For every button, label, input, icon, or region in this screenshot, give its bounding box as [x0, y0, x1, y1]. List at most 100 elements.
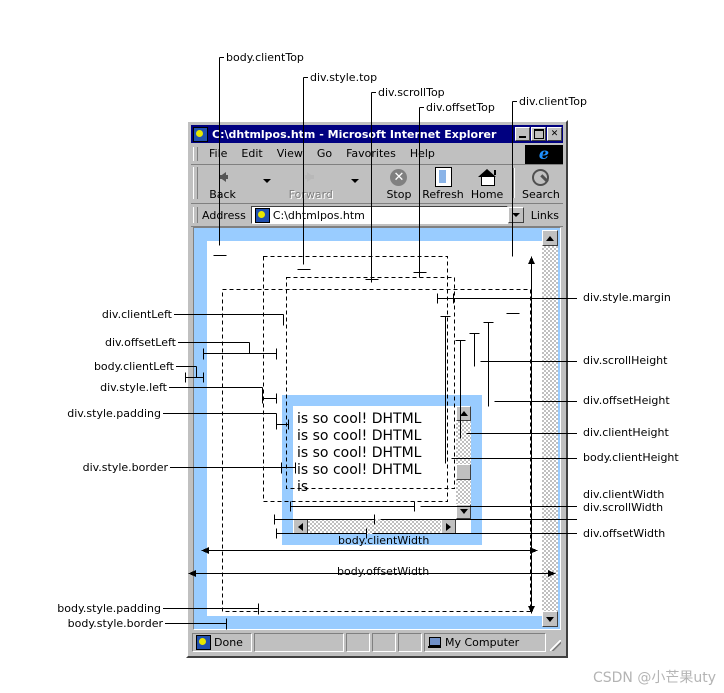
- div-content-box: is so cool! DHTML is so cool! DHTML is s…: [293, 406, 471, 534]
- ie-document-icon: [193, 126, 208, 142]
- home-button[interactable]: Home: [465, 165, 509, 201]
- label-div-clientWidth: div.clientWidth: [583, 488, 665, 501]
- address-bar: Address C:\dhtmlpos.htm Links: [191, 204, 563, 227]
- label-div-style-border: div.style.border: [82, 461, 168, 474]
- doc-scroll-down-button[interactable]: [542, 611, 558, 627]
- title-bar: C:\dhtmlpos.htm - Microsoft Internet Exp…: [191, 125, 563, 143]
- window-buttons: ✕: [515, 127, 563, 141]
- computer-icon: [428, 637, 441, 648]
- menu-item-file[interactable]: File: [202, 147, 234, 161]
- doc-scroll-up-button[interactable]: [542, 230, 558, 246]
- close-button[interactable]: ✕: [547, 127, 562, 141]
- back-button[interactable]: Back: [201, 165, 245, 201]
- status-zone-pane: My Computer: [424, 633, 546, 652]
- window-title: C:\dhtmlpos.htm - Microsoft Internet Exp…: [212, 127, 497, 141]
- doc-vscroll-track[interactable]: [542, 246, 558, 611]
- div-vscroll-track[interactable]: [456, 421, 471, 504]
- address-dropdown-button[interactable]: [507, 207, 524, 223]
- toolbar-separator: [513, 168, 515, 198]
- label-div-offsetTop: div.offsetTop: [426, 101, 495, 114]
- caret-up-icon: [546, 235, 554, 241]
- home-icon: [476, 167, 498, 187]
- status-pane-3: [372, 633, 396, 652]
- browser-window: C:\dhtmlpos.htm - Microsoft Internet Exp…: [186, 120, 568, 658]
- forward-arrow-icon: [300, 167, 322, 187]
- label-div-style-left: div.style.left: [100, 381, 167, 394]
- forward-button[interactable]: Forward: [289, 165, 333, 201]
- menu-item-go[interactable]: Go: [310, 147, 339, 161]
- search-globe-icon: [530, 167, 552, 187]
- menu-grip[interactable]: [193, 147, 198, 161]
- back-dropdown[interactable]: [245, 165, 289, 201]
- menu-item-help[interactable]: Help: [403, 147, 442, 161]
- screenshot-root: C:\dhtmlpos.htm - Microsoft Internet Exp…: [0, 0, 724, 693]
- back-label: Back: [209, 188, 236, 201]
- div-horizontal-scrollbar[interactable]: [293, 519, 456, 534]
- div-vscroll-thumb[interactable]: [456, 464, 471, 480]
- label-div-style-top: div.style.top: [310, 71, 378, 84]
- label-div-offsetWidth: div.offsetWidth: [583, 527, 666, 540]
- toolbar-grip[interactable]: [193, 167, 198, 199]
- refresh-label: Refresh: [422, 188, 464, 201]
- page-document-icon: [254, 207, 270, 223]
- label-div-scrollTop: div.scrollTop: [378, 86, 445, 99]
- resize-grip[interactable]: [548, 633, 562, 652]
- status-pane-4: [398, 633, 422, 652]
- status-zone-text: My Computer: [445, 636, 520, 649]
- chevron-down-icon: [511, 213, 520, 217]
- links-button[interactable]: Links: [525, 209, 563, 222]
- status-page-icon: [196, 635, 211, 650]
- div-vertical-scrollbar[interactable]: [456, 406, 471, 519]
- status-text-pane: Done: [192, 633, 252, 652]
- search-label: Search: [522, 188, 560, 201]
- refresh-icon: [432, 167, 454, 187]
- caret-up-icon: [459, 411, 468, 416]
- label-body-clientHeight: body.clientHeight: [583, 451, 679, 464]
- label-div-style-margin: div.style.margin: [583, 291, 671, 304]
- div-scroll-down-button[interactable]: [456, 504, 471, 519]
- label-div-scrollHeight: div.scrollHeight: [583, 354, 668, 367]
- address-input[interactable]: C:\dhtmlpos.htm: [250, 206, 508, 224]
- document-content-area: is so cool! DHTML is so cool! DHTML is s…: [193, 227, 561, 630]
- minimize-button[interactable]: [515, 127, 530, 141]
- label-body-style-padding: body.style.padding: [57, 602, 161, 615]
- ie-logo-icon: e: [525, 144, 563, 164]
- caret-down-icon: [546, 616, 554, 622]
- div-scroll-right-button[interactable]: [441, 519, 456, 534]
- div-scroll-left-button[interactable]: [293, 519, 308, 534]
- back-arrow-icon: [212, 167, 234, 187]
- label-body-clientTop: body.clientTop: [226, 51, 304, 64]
- home-label: Home: [470, 188, 504, 201]
- label-div-style-padding: div.style.padding: [67, 407, 161, 420]
- label-body-clientLeft: body.clientLeft: [93, 360, 174, 373]
- status-pane-2: [346, 633, 370, 652]
- label-div-clientHeight: div.clientHeight: [583, 426, 669, 439]
- address-value: C:\dhtmlpos.htm: [272, 208, 365, 222]
- stop-button[interactable]: ✕ Stop: [377, 165, 421, 201]
- caret-left-icon: [298, 522, 303, 531]
- watermark: CSDN @小芒果uty: [592, 670, 716, 686]
- menu-item-view[interactable]: View: [270, 147, 310, 161]
- div-scroll-up-button[interactable]: [456, 406, 471, 421]
- menu-item-edit[interactable]: Edit: [234, 147, 269, 161]
- address-grip[interactable]: [193, 207, 198, 223]
- caret-down-icon: [459, 509, 468, 514]
- label-div-offsetHeight: div.offsetHeight: [583, 394, 670, 407]
- div-element-box: is so cool! DHTML is so cool! DHTML is s…: [282, 395, 482, 545]
- menu-item-favorites[interactable]: Favorites: [339, 147, 403, 161]
- document-vertical-scrollbar[interactable]: [542, 230, 558, 627]
- refresh-button[interactable]: Refresh: [421, 165, 465, 201]
- label-body-style-border: body.style.border: [67, 617, 163, 630]
- forward-label: Forward: [288, 188, 333, 201]
- forward-dropdown[interactable]: [333, 165, 377, 201]
- stop-icon: ✕: [388, 167, 410, 187]
- ie-logo-letter: e: [538, 144, 550, 163]
- label-div-clientTop: div.clientTop: [519, 95, 587, 108]
- maximize-button[interactable]: [531, 127, 546, 141]
- div-hscroll-track[interactable]: [308, 519, 441, 534]
- menu-bar: File Edit View Go Favorites Help e: [191, 144, 563, 165]
- toolbar: Back Forward ✕ Stop Refresh Home Search: [191, 165, 563, 204]
- search-button[interactable]: Search: [519, 165, 563, 201]
- stop-label: Stop: [386, 188, 412, 201]
- label-div-clientLeft: div.clientLeft: [101, 308, 172, 321]
